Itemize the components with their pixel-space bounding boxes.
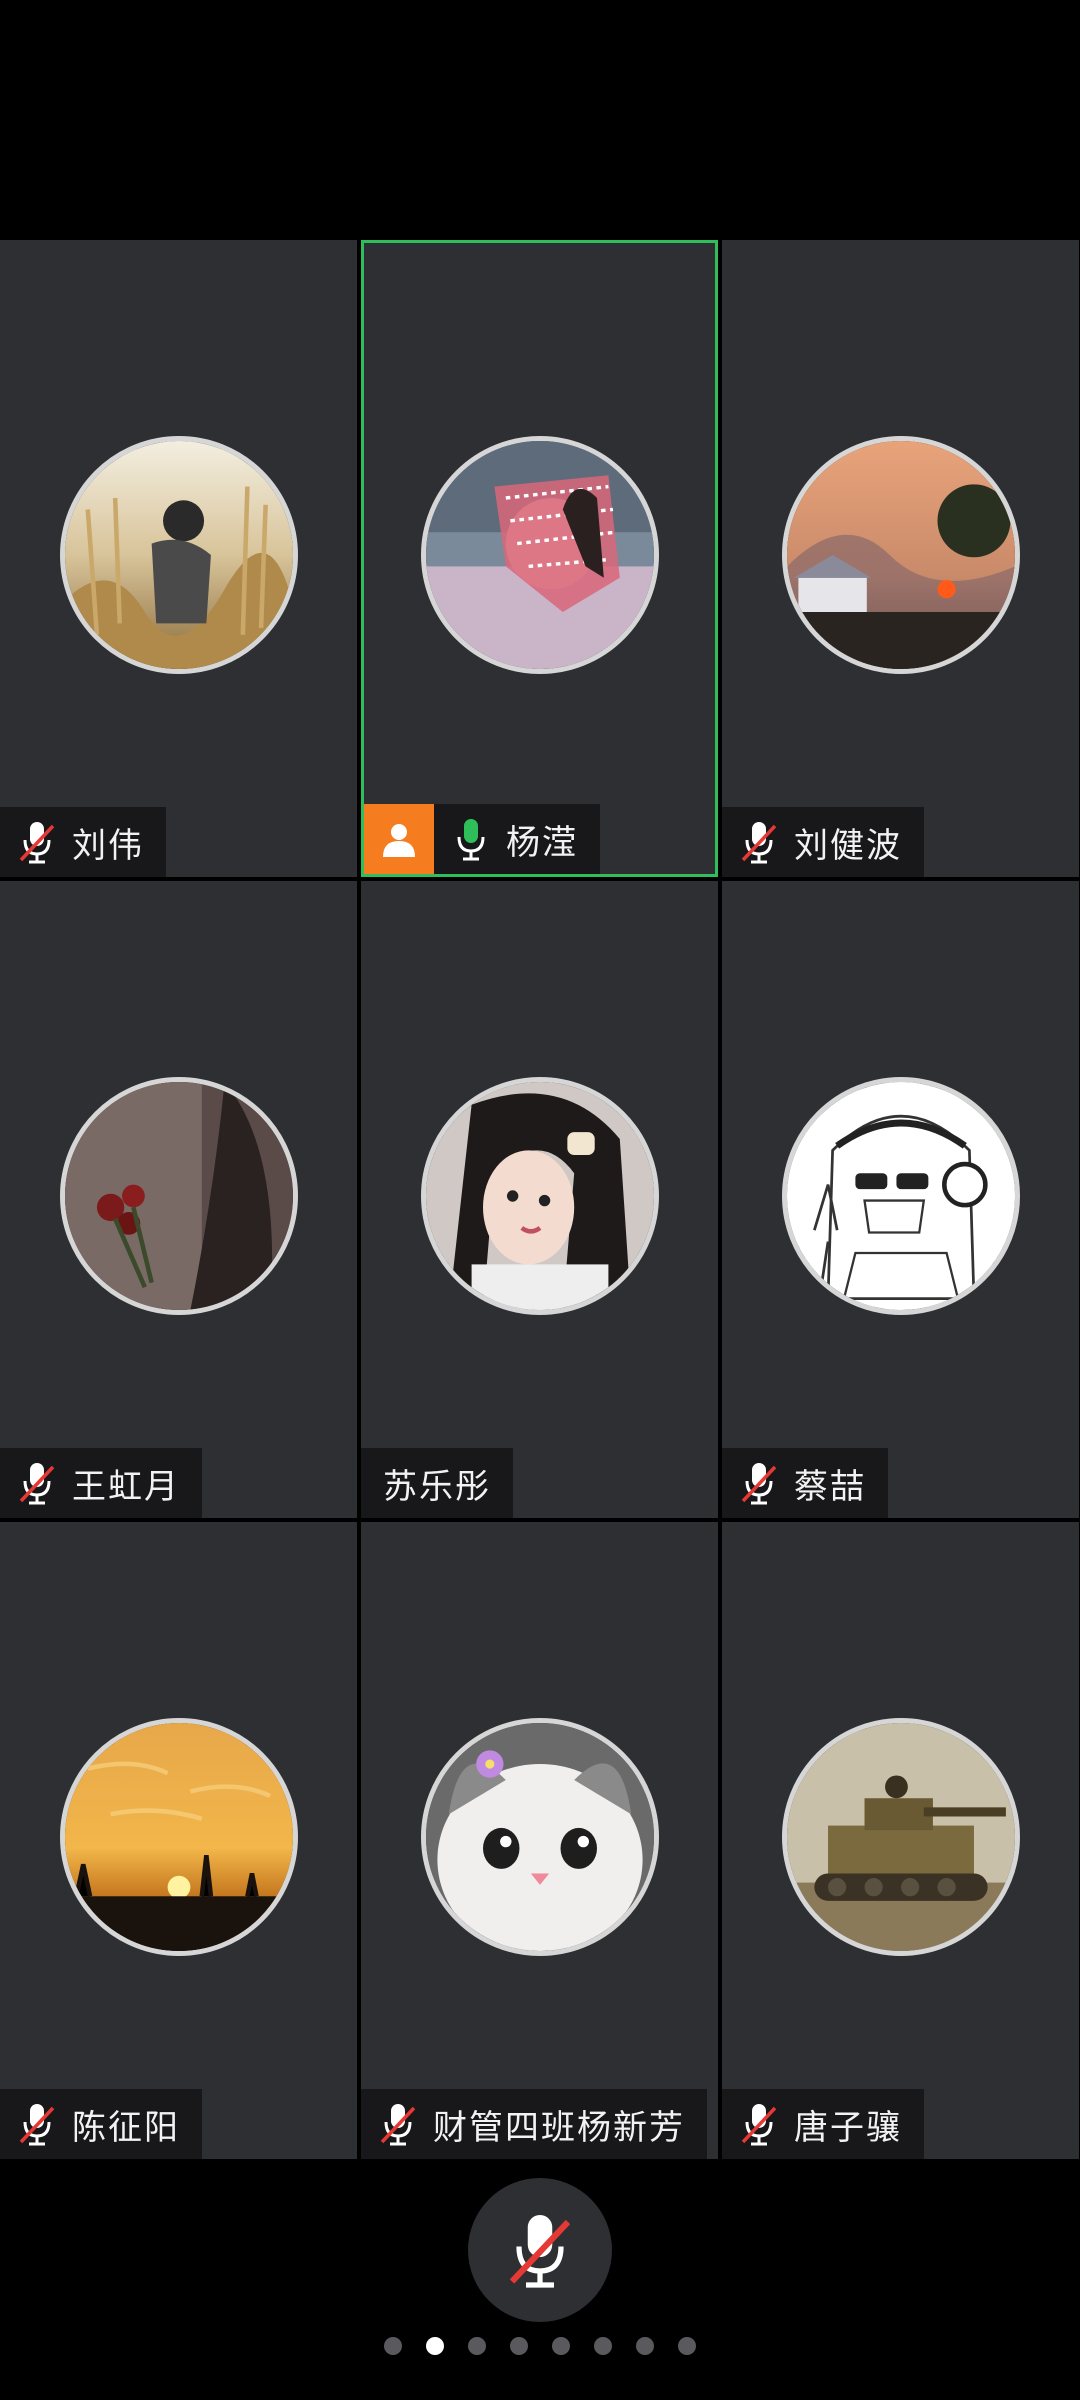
page-dot[interactable] [552, 2337, 570, 2355]
name-tag: 唐子骧 [722, 2089, 924, 2159]
page-dot[interactable] [678, 2337, 696, 2355]
participant-tile[interactable]: 蔡喆 [722, 881, 1079, 1518]
participant-tile[interactable]: 唐子骧 [722, 1522, 1079, 2159]
avatar [59, 1718, 298, 1956]
avatar [781, 436, 1020, 674]
participant-tile[interactable]: 王虹月 [0, 881, 357, 1518]
page-dot[interactable] [510, 2337, 528, 2355]
person-icon [364, 804, 434, 874]
participant-name: 蔡喆 [794, 1466, 866, 1507]
microphone-muted-icon [373, 2089, 423, 2159]
participant-name: 唐子骧 [794, 2107, 902, 2148]
avatar [420, 436, 659, 674]
name-tag: 蔡喆 [722, 1448, 888, 1518]
microphone-muted-icon [734, 807, 784, 877]
microphone-muted-icon [734, 1448, 784, 1518]
participant-tile[interactable]: 刘伟 [0, 240, 357, 877]
participant-name: 陈征阳 [72, 2107, 180, 2148]
participant-name: 财管四班杨新芳 [433, 2107, 685, 2148]
avatar [59, 436, 298, 674]
avatar [420, 1718, 659, 1956]
participant-name: 王虹月 [72, 1466, 180, 1507]
avatar [781, 1718, 1020, 1956]
avatar [781, 1077, 1020, 1315]
page-dot[interactable] [636, 2337, 654, 2355]
page-indicator[interactable] [0, 2336, 1080, 2356]
name-tag: 杨滢 [364, 804, 600, 874]
participant-tile-active[interactable]: 杨滢 [361, 240, 718, 877]
name-tag: 王虹月 [0, 1448, 202, 1518]
page-dot-active[interactable] [426, 2337, 444, 2355]
name-tag: 财管四班杨新芳 [361, 2089, 707, 2159]
microphone-muted-icon [509, 2215, 571, 2288]
mute-toggle-button[interactable] [468, 2178, 612, 2322]
microphone-muted-icon [12, 807, 62, 877]
participant-name: 苏乐彤 [383, 1466, 491, 1507]
avatar [420, 1077, 659, 1315]
name-tag: 刘健波 [722, 807, 924, 877]
participant-name: 刘伟 [72, 825, 144, 866]
page-dot[interactable] [594, 2337, 612, 2355]
video-grid: 刘伟 杨滢 刘健波 王虹月 苏乐彤 蔡喆 陈征阳 财管四班杨新芳 唐子骧 [0, 240, 1080, 2160]
microphone-muted-icon [12, 2089, 62, 2159]
participant-tile[interactable]: 陈征阳 [0, 1522, 357, 2159]
participant-tile[interactable]: 刘健波 [722, 240, 1079, 877]
microphone-icon [446, 804, 496, 874]
page-dot[interactable] [384, 2337, 402, 2355]
microphone-muted-icon [734, 2089, 784, 2159]
avatar [59, 1077, 298, 1315]
microphone-muted-icon [12, 1448, 62, 1518]
participant-tile[interactable]: 苏乐彤 [361, 881, 718, 1518]
participant-name: 杨滢 [506, 822, 578, 863]
name-tag: 陈征阳 [0, 2089, 202, 2159]
participant-tile[interactable]: 财管四班杨新芳 [361, 1522, 718, 2159]
participant-name: 刘健波 [794, 825, 902, 866]
name-tag: 苏乐彤 [361, 1448, 513, 1518]
name-tag: 刘伟 [0, 807, 166, 877]
page-dot[interactable] [468, 2337, 486, 2355]
